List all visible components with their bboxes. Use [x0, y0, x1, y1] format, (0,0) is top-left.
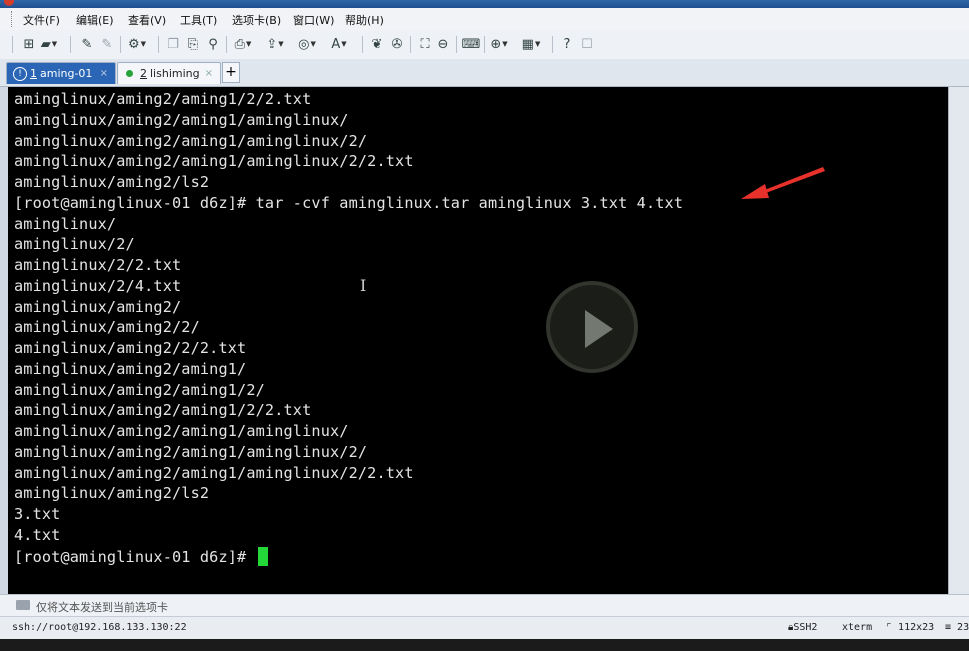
protocol-label: SSH2: [793, 622, 818, 633]
tab-label: aming-01: [40, 67, 93, 80]
keyboard-icon: [16, 600, 30, 610]
toolbar-separator: [484, 36, 485, 53]
terminal-line: aminglinux/aming2/aming1/2/: [14, 380, 265, 399]
transfer-icon[interactable]: ⇪ ▼: [266, 35, 284, 53]
terminal-line: aminglinux/aming2/aming1/2/2.txt: [14, 90, 312, 108]
annotation-arrow-icon: [741, 167, 825, 199]
help-icon[interactable]: ?: [558, 35, 576, 53]
disconnect-icon[interactable]: ✎: [98, 35, 116, 53]
script-icon[interactable]: ❦: [368, 35, 386, 53]
tab-number: 2: [140, 67, 147, 80]
menu-tools[interactable]: 工具(T): [180, 12, 217, 28]
print-icon[interactable]: ⎙ ▼: [234, 35, 252, 53]
status-bar: ssh://root@192.168.133.130:22 🔒︎SSH2 xte…: [0, 616, 969, 640]
terminal-line: [root@aminglinux-01 d6z]# tar -cvf aming…: [14, 193, 684, 212]
find-icon[interactable]: ⚲: [204, 35, 222, 53]
terminal-line: aminglinux/aming2/aming1/aminglinux/2/: [14, 442, 368, 461]
terminal-line: aminglinux/2/2.txt: [14, 256, 182, 274]
terminal-type: xterm: [842, 622, 873, 633]
menu-tabs[interactable]: 选项卡(B): [232, 12, 281, 28]
terminal-prompt-line: [root@aminglinux-01 d6z]#: [14, 546, 268, 566]
menu-view[interactable]: 查看(V): [128, 12, 166, 28]
open-folder-icon[interactable]: ▰ ▼: [40, 35, 58, 53]
menu-help[interactable]: 帮助(H): [345, 12, 384, 28]
terminal-line: aminglinux/aming2/aming1/aminglinux/: [14, 110, 349, 129]
cursor-position: ≡ 23: [945, 622, 969, 633]
fullscreen-icon[interactable]: ⛶: [416, 35, 434, 53]
terminal-line: aminglinux/aming2/aming1/2/2.txt: [14, 401, 312, 420]
text-cursor-icon: I: [360, 276, 367, 295]
tab-number: 1: [30, 67, 37, 80]
terminal-line: aminglinux/: [14, 214, 117, 233]
toolbar-separator: [552, 36, 553, 53]
play-button-icon[interactable]: [546, 281, 638, 373]
toolbar-separator: [362, 36, 363, 53]
toolbar-separator: [120, 36, 121, 53]
lock-icon[interactable]: ⊖: [434, 35, 452, 53]
terminal-size-value: 112x23: [898, 622, 935, 633]
new-session-icon[interactable]: ⊞: [20, 35, 38, 53]
menu-bar: 文件(F) 编辑(E) 查看(V) 工具(T) 选项卡(B) 窗口(W) 帮助(…: [0, 8, 969, 31]
terminal-line: aminglinux/aming2/aming1/aminglinux/: [14, 422, 349, 440]
connect-icon[interactable]: ✎: [78, 35, 96, 53]
terminal-line: 4.txt: [14, 525, 61, 544]
tab-label: lishiming: [150, 67, 200, 80]
terminal-line: aminglinux/aming2/2/: [14, 318, 200, 337]
menu-file[interactable]: 文件(F): [23, 12, 60, 28]
add-tab-icon[interactable]: ⊕ ▼: [490, 35, 508, 53]
send-to-tab-label: 仅将文本发送到当前选项卡: [36, 601, 168, 614]
terminal-line: aminglinux/aming2/ls2: [14, 173, 210, 191]
terminal-line: 3.txt: [14, 505, 61, 523]
terminal-line: aminglinux/aming2/aming1/aminglinux/2/: [14, 131, 368, 150]
menu-window[interactable]: 窗口(W): [293, 12, 334, 28]
send-to-tab-bar[interactable]: 仅将文本发送到当前选项卡: [0, 594, 969, 617]
tab-lishiming[interactable]: 2 lishiming ×: [117, 62, 221, 84]
terminal-cursor: [257, 546, 268, 566]
close-icon[interactable]: ×: [205, 68, 213, 79]
font-icon[interactable]: A ▼: [330, 35, 348, 53]
toolbar-separator: [410, 36, 411, 53]
terminal-line: aminglinux/2/: [14, 235, 135, 254]
terminal-line: aminglinux/aming2/aming1/: [14, 359, 247, 378]
new-tab-button[interactable]: +: [222, 62, 240, 83]
toolbar: ⊞ ▰ ▼ ✎ ✎ ⚙ ▼ ❐ ⎘ ⚲ ⎙ ▼ ⇪ ▼ ◎ ▼ A ▼ ❦ ✇ ⛶ ⊖ ⌨ …: [0, 30, 969, 60]
chat-icon[interactable]: ☐: [578, 35, 596, 53]
terminal-line: aminglinux/2/4.txt: [14, 276, 182, 295]
terminal-line: aminglinux/aming2/aming1/aminglinux/2/2.…: [14, 463, 414, 482]
connected-status-icon: [126, 70, 133, 77]
properties-icon[interactable]: ⚙ ▼: [128, 35, 146, 53]
close-icon[interactable]: ×: [100, 68, 108, 79]
toolbar-separator: [158, 36, 159, 53]
globe-icon[interactable]: ◎ ▼: [298, 35, 316, 53]
paste-icon[interactable]: ⎘: [184, 35, 202, 53]
toolbar-separator: [70, 36, 71, 53]
terminal-size: ⌜ 112x23: [886, 622, 935, 633]
record-icon[interactable]: ✇: [388, 35, 406, 53]
protocol-status: 🔒︎SSH2: [788, 622, 818, 633]
app-icon: [4, 0, 14, 6]
shell-prompt: [root@aminglinux-01 d6z]#: [14, 547, 256, 566]
terminal-line: aminglinux/aming2/aming1/aminglinux/2/2.…: [14, 152, 414, 171]
info-icon: !: [13, 66, 27, 81]
taskbar-edge: [0, 639, 969, 651]
tab-aming-01[interactable]: ! 1 aming-01 ×: [6, 62, 116, 84]
terminal-line: aminglinux/aming2/2/2.txt: [14, 339, 247, 357]
toolbar-separator: [456, 36, 457, 53]
menu-grip: [11, 11, 14, 27]
terminal-line: aminglinux/aming2/ls2: [14, 484, 210, 503]
title-bar: [0, 0, 969, 8]
copy-icon[interactable]: ❐: [164, 35, 182, 53]
tab-bar: ! 1 aming-01 × 2 lishiming × +: [0, 59, 969, 87]
terminal-line: aminglinux/aming2/: [14, 297, 182, 316]
cursor-position-value: 23: [957, 622, 969, 633]
toolbar-separator: [226, 36, 227, 53]
connection-address: ssh://root@192.168.133.130:22: [12, 622, 187, 633]
layout-icon[interactable]: ▦ ▼: [522, 35, 541, 53]
keyboard-icon[interactable]: ⌨: [462, 35, 481, 53]
toolbar-grip: [12, 36, 13, 53]
vertical-scrollbar[interactable]: [948, 87, 969, 594]
menu-edit[interactable]: 编辑(E): [76, 12, 114, 28]
